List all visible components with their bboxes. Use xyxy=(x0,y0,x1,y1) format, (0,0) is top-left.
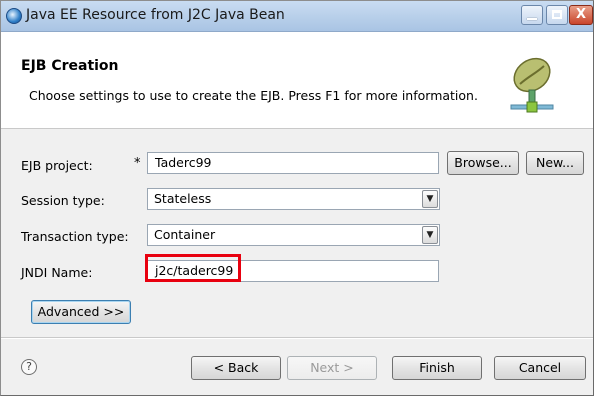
transaction-type-value: Container xyxy=(154,227,216,242)
finish-button[interactable]: Finish xyxy=(392,356,482,380)
title-bar[interactable]: Java EE Resource from J2C Java Bean X xyxy=(1,1,593,32)
help-icon[interactable]: ? xyxy=(21,359,37,375)
session-type-value: Stateless xyxy=(154,191,212,206)
required-marker: * xyxy=(134,156,141,171)
new-project-button[interactable]: New... xyxy=(526,151,584,175)
ejb-project-label: EJB project: xyxy=(21,158,93,173)
java-bean-icon xyxy=(510,57,554,113)
session-type-label: Session type: xyxy=(21,193,105,208)
browse-button[interactable]: Browse... xyxy=(447,151,519,175)
close-button[interactable]: X xyxy=(569,5,593,25)
jndi-name-label: JNDI Name: xyxy=(21,265,93,280)
maximize-button[interactable] xyxy=(546,5,568,25)
session-type-select[interactable]: Stateless ▼ xyxy=(147,188,440,210)
page-title: EJB Creation xyxy=(21,58,119,74)
app-icon xyxy=(6,8,22,24)
minimize-button[interactable] xyxy=(521,5,543,25)
maximize-icon xyxy=(552,10,562,19)
wizard-body: EJB project: * Taderc99 Browse... New...… xyxy=(1,129,593,395)
transaction-type-select[interactable]: Container ▼ xyxy=(147,224,440,246)
chevron-down-icon[interactable]: ▼ xyxy=(422,226,438,244)
transaction-type-label: Transaction type: xyxy=(21,229,129,244)
minimize-icon xyxy=(527,18,537,20)
ejb-project-input[interactable]: Taderc99 xyxy=(147,152,439,174)
cancel-button[interactable]: Cancel xyxy=(494,356,586,380)
back-button[interactable]: < Back xyxy=(191,356,281,380)
page-description: Choose settings to use to create the EJB… xyxy=(29,88,478,103)
close-icon: X xyxy=(575,7,587,22)
jndi-name-highlight xyxy=(145,254,241,282)
next-button[interactable]: Next > xyxy=(287,356,377,380)
window-title: Java EE Resource from J2C Java Bean xyxy=(26,7,285,23)
footer-separator xyxy=(1,337,593,339)
wizard-window: Java EE Resource from J2C Java Bean X EJ… xyxy=(0,0,594,396)
wizard-header: EJB Creation Choose settings to use to c… xyxy=(1,32,593,129)
chevron-down-icon[interactable]: ▼ xyxy=(422,190,438,208)
advanced-button[interactable]: Advanced >> xyxy=(31,300,131,324)
